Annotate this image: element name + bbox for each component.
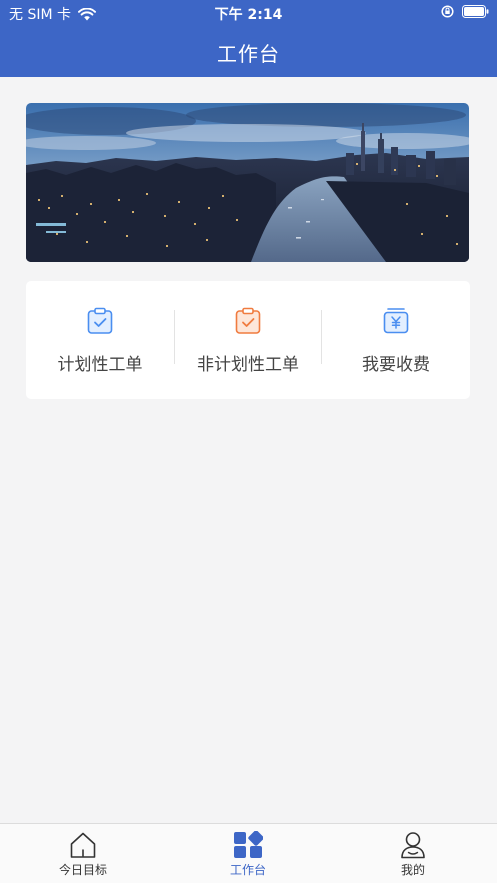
app-header: 无 SIM 卡 下午 2:14 工作台 <box>0 0 497 77</box>
unplanned-work-order-button[interactable]: 非计划性工单 <box>174 281 322 399</box>
status-time: 下午 2:14 <box>214 7 283 23</box>
quick-actions-card: 计划性工单 非计划性工单 我要收费 <box>26 281 470 399</box>
clipboard-check-icon <box>235 307 261 334</box>
tab-today-goals[interactable]: 今日目标 <box>23 824 143 883</box>
rotation-lock-icon <box>441 5 454 18</box>
status-right <box>441 5 489 18</box>
planned-work-order-label: 计划性工单 <box>57 355 143 375</box>
collect-fee-button[interactable]: 我要收费 <box>322 281 470 399</box>
tab-label: 今日目标 <box>58 863 107 877</box>
city-skyline-image <box>26 103 469 262</box>
tab-label: 我的 <box>400 863 425 877</box>
clipboard-check-icon <box>87 307 113 334</box>
grid-icon <box>234 831 263 858</box>
user-icon <box>401 832 425 859</box>
yuan-payment-icon <box>383 308 409 334</box>
unplanned-work-order-label: 非计划性工单 <box>197 355 299 375</box>
status-bar: 无 SIM 卡 下午 2:14 <box>0 0 497 26</box>
home-icon <box>70 832 96 858</box>
tab-workbench[interactable]: 工作台 <box>188 824 308 883</box>
tab-label: 工作台 <box>229 863 266 877</box>
banner-image[interactable] <box>26 103 469 262</box>
battery-icon <box>462 5 489 18</box>
tab-bar: 今日目标 工作台 我的 <box>0 823 497 883</box>
collect-fee-label: 我要收费 <box>362 355 430 375</box>
planned-work-order-button[interactable]: 计划性工单 <box>26 281 174 399</box>
page-title: 工作台 <box>217 42 280 66</box>
tab-me[interactable]: 我的 <box>353 824 473 883</box>
